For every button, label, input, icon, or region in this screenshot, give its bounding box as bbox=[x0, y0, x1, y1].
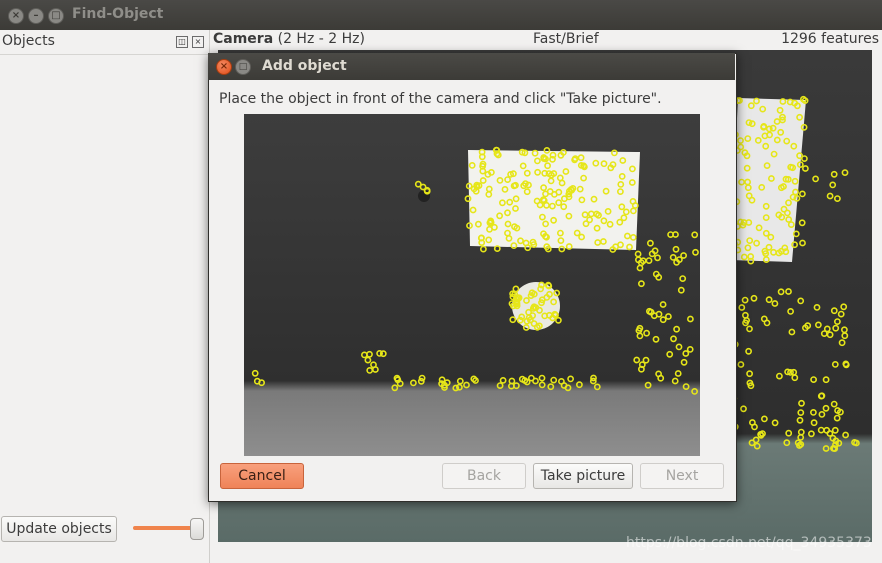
dialog-close-icon[interactable]: × bbox=[216, 59, 232, 75]
window-minimize-icon[interactable]: – bbox=[28, 8, 44, 24]
dialog-instruction: Place the object in front of the camera … bbox=[219, 91, 662, 107]
watermark: https://blog.csdn.net/qq_34935373 bbox=[626, 535, 872, 551]
camera-label: Camera (2 Hz - 2 Hz) bbox=[213, 31, 365, 47]
next-button[interactable]: Next bbox=[640, 463, 724, 489]
camera-label-title: Camera bbox=[213, 31, 274, 47]
window-maximize-icon[interactable]: □ bbox=[48, 8, 64, 24]
update-objects-button[interactable]: Update objects bbox=[1, 516, 117, 542]
take-picture-button[interactable]: Take picture bbox=[533, 463, 633, 489]
objects-slider-handle[interactable] bbox=[190, 518, 204, 540]
float-icon[interactable]: ◫ bbox=[176, 36, 188, 48]
objects-dock-title: Objects bbox=[2, 33, 55, 49]
cancel-button[interactable]: Cancel bbox=[220, 463, 304, 489]
preview-photo bbox=[244, 114, 700, 456]
camera-label-rate: (2 Hz - 2 Hz) bbox=[277, 31, 365, 47]
close-icon[interactable]: × bbox=[192, 36, 204, 48]
camera-detector: Fast/Brief bbox=[533, 31, 599, 47]
dialog-maximize-icon[interactable]: □ bbox=[235, 59, 251, 75]
window-title: Find-Object bbox=[72, 6, 164, 22]
dialog-preview-image bbox=[244, 114, 700, 456]
back-button[interactable]: Back bbox=[442, 463, 526, 489]
objects-dock bbox=[0, 30, 210, 563]
camera-feature-count: 1296 features bbox=[781, 31, 879, 47]
dialog-title: Add object bbox=[262, 58, 347, 74]
window-close-icon[interactable]: × bbox=[8, 8, 24, 24]
